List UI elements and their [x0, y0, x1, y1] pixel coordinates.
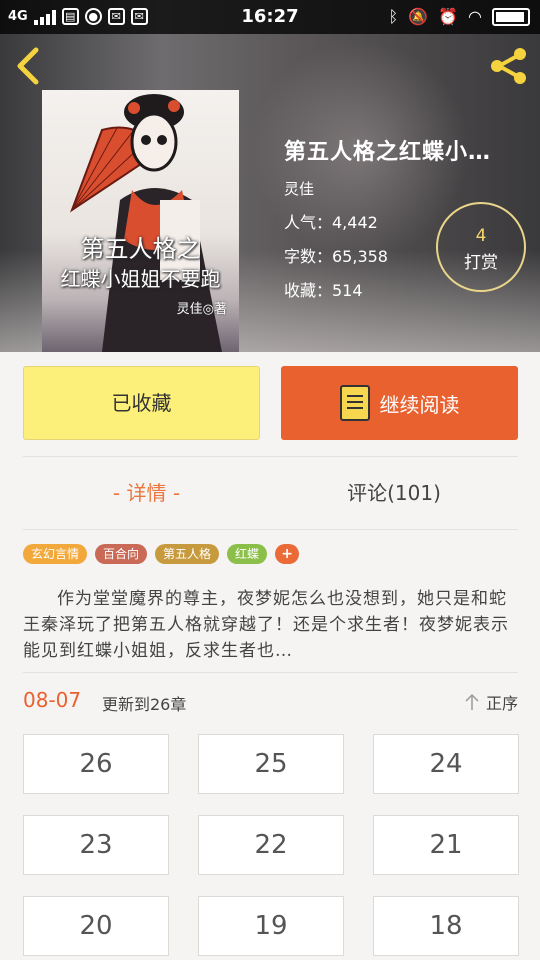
tab-comments[interactable]: 评论(101): [270, 457, 518, 529]
chapter-button[interactable]: 25: [198, 734, 344, 794]
wifi-icon: ◠: [468, 7, 482, 26]
book-title: 第五人格之红蝶小…: [284, 140, 492, 165]
tab-details[interactable]: - 详情 -: [23, 457, 270, 529]
status-bar: 4G ▤ ● ✉ ✉ 16:27 ᛒ 🔕 ⏰ ◠: [0, 0, 540, 34]
book-icon: [339, 385, 370, 421]
chapter-button[interactable]: 21: [373, 815, 519, 875]
continue-reading-label: 继续阅读: [379, 392, 460, 417]
bluetooth-icon: ᛒ: [388, 7, 399, 26]
sort-order-button[interactable]: 正序: [464, 690, 518, 714]
reward-label: 打赏: [464, 253, 498, 273]
book-author[interactable]: 灵佳: [284, 178, 530, 199]
chapter-button[interactable]: 23: [23, 815, 169, 875]
tag-list: 玄幻言情 百合向 第五人格 红蝶 +: [23, 544, 300, 564]
chapter-button[interactable]: 18: [373, 896, 519, 956]
tab-bar: - 详情 - 评论(101): [23, 456, 518, 530]
share-button[interactable]: [488, 46, 530, 86]
chapter-button[interactable]: 26: [23, 734, 169, 794]
chapter-button[interactable]: 22: [198, 815, 344, 875]
reward-count: 4: [475, 226, 487, 246]
tag-item[interactable]: 第五人格: [155, 544, 220, 564]
chapter-button[interactable]: 24: [373, 734, 519, 794]
add-tag-button[interactable]: +: [275, 544, 300, 564]
chapter-button[interactable]: 20: [23, 896, 169, 956]
book-summary[interactable]: 作为堂堂魔界的尊主，夜梦妮怎么也没想到，她只是和蛇王秦泽玩了把第五人格就穿越了！…: [23, 586, 518, 660]
reward-button[interactable]: 4 打赏: [436, 202, 526, 292]
tag-item[interactable]: 百合向: [95, 544, 148, 564]
continue-reading-button[interactable]: 继续阅读: [281, 366, 518, 440]
cover-title: 第五人格之 红蝶小姐姐不要跑: [60, 235, 221, 291]
book-cover[interactable]: 第五人格之 红蝶小姐姐不要跑 灵佳◎著: [42, 90, 239, 352]
chapter-button[interactable]: 19: [198, 896, 344, 956]
update-info: 更新到26章: [102, 695, 187, 714]
tag-item[interactable]: 玄幻言情: [23, 544, 88, 564]
update-date: 08-07: [23, 688, 82, 712]
chevron-left-icon: [17, 47, 39, 85]
back-button[interactable]: [12, 46, 46, 86]
alarm-icon: ⏰: [438, 7, 459, 26]
sort-order-label: 正序: [485, 694, 518, 713]
arrow-up-icon: [465, 693, 479, 710]
tag-item[interactable]: 红蝶: [227, 544, 268, 564]
cover-author: 灵佳◎著: [176, 302, 227, 317]
share-icon: [491, 48, 526, 84]
divider: [23, 672, 518, 673]
battery-icon: [492, 7, 530, 26]
mute-icon: 🔕: [408, 7, 429, 26]
favorited-button[interactable]: 已收藏: [23, 366, 260, 440]
